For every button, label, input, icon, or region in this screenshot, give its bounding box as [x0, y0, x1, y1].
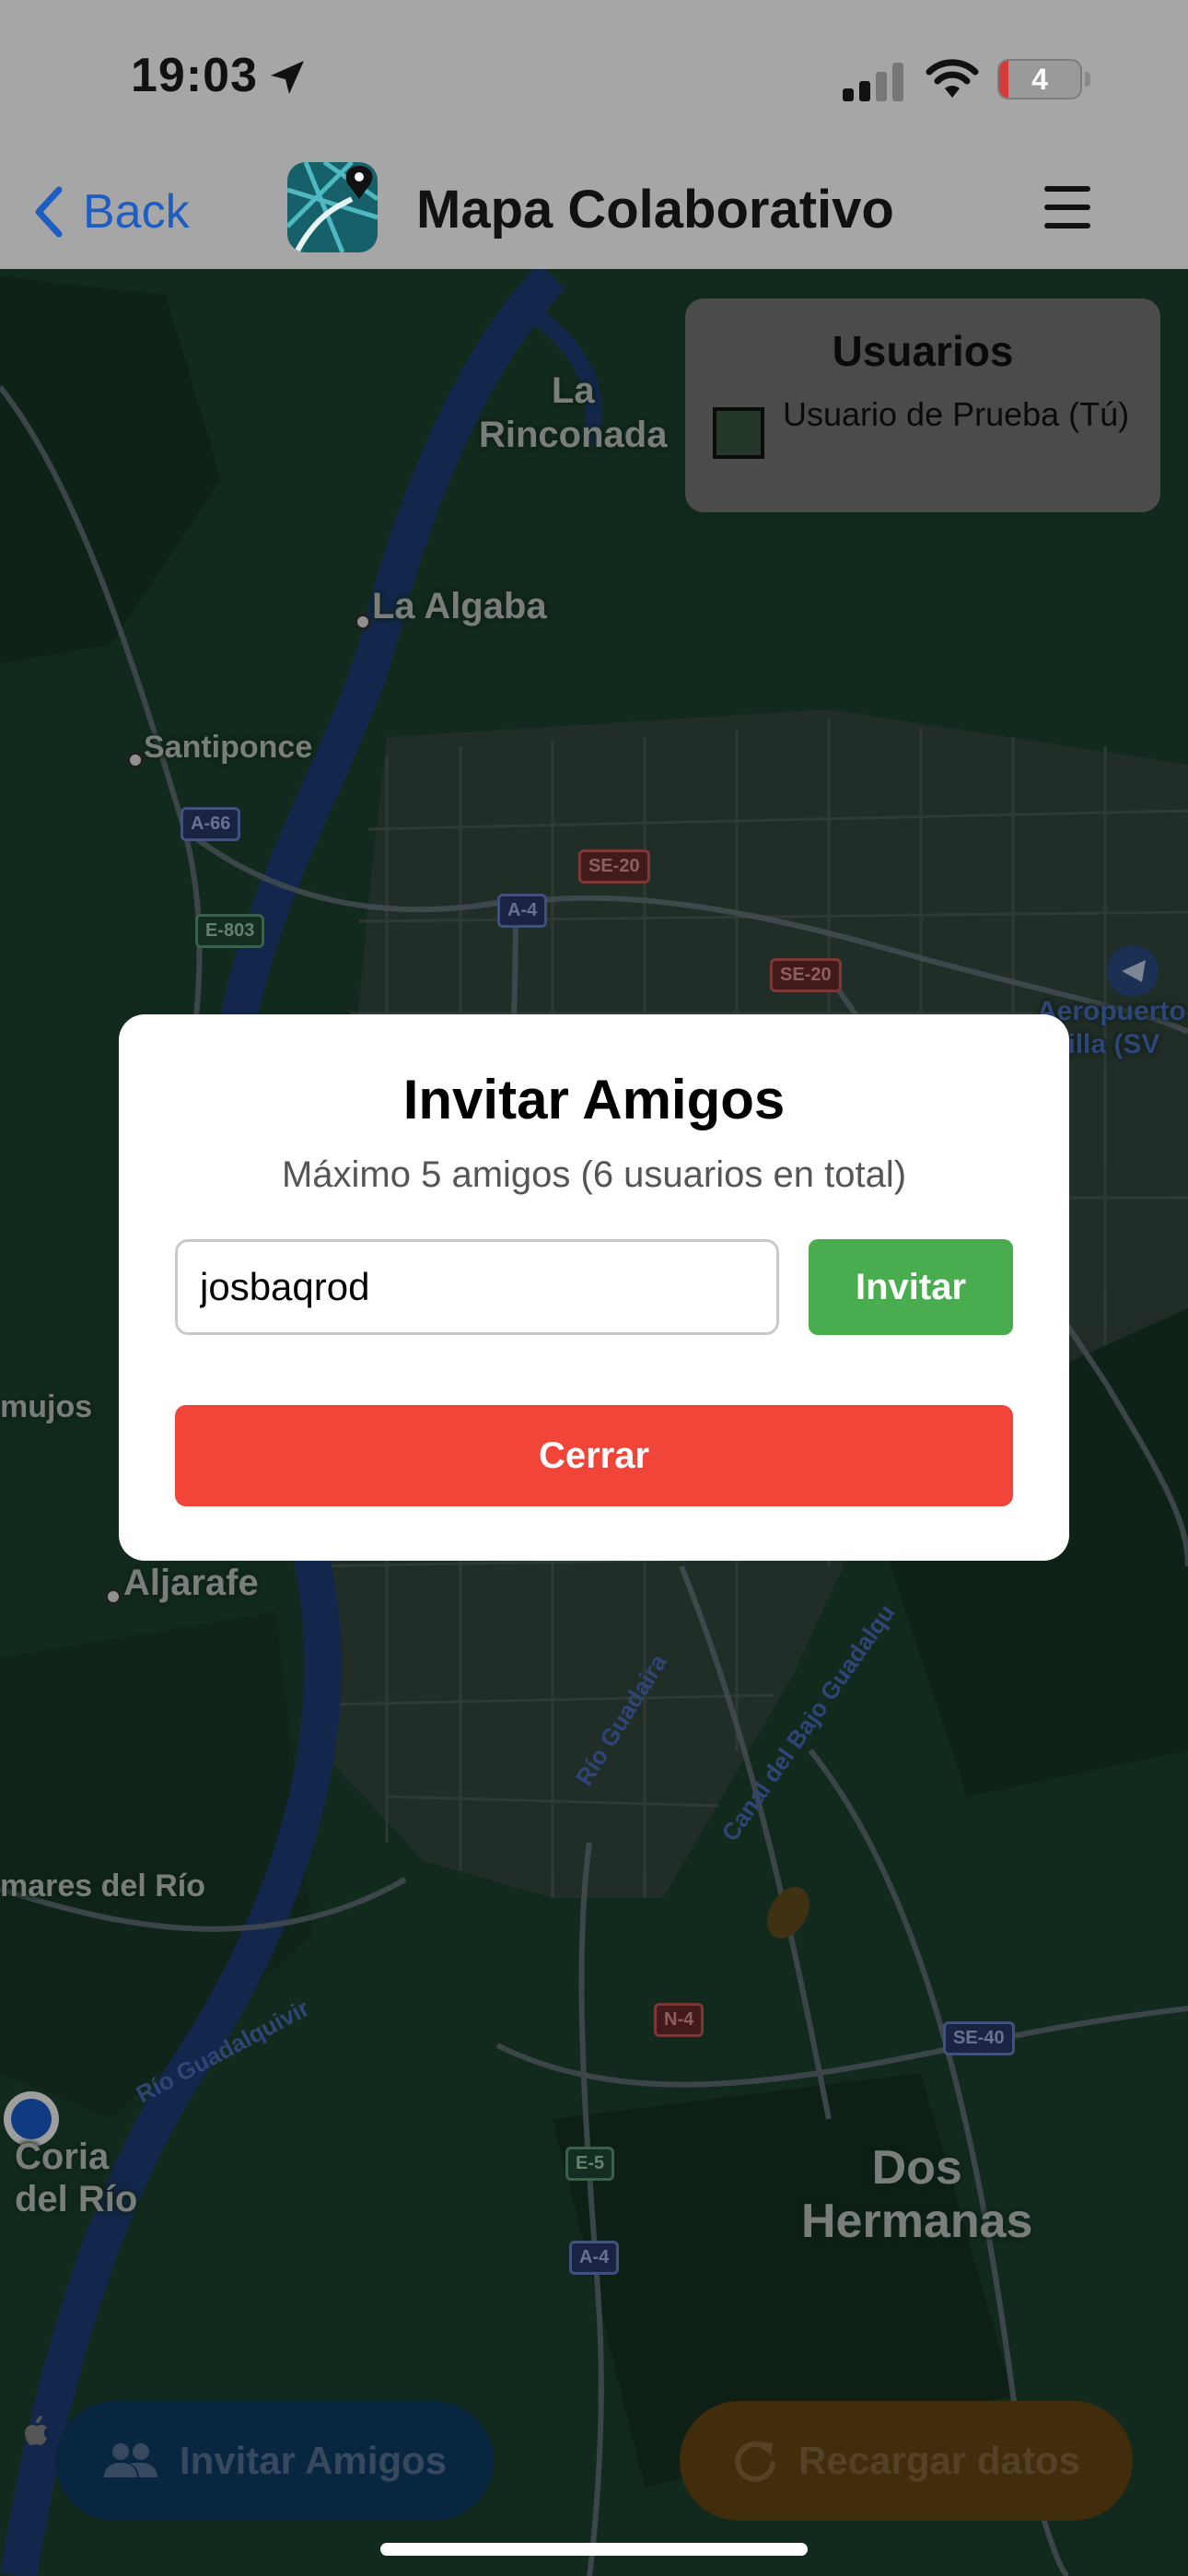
modal-title: Invitar Amigos [402, 1069, 786, 1130]
signal-icon [843, 63, 903, 101]
modal-subtitle: Máximo 5 amigos (6 usuarios en total) [281, 1154, 907, 1195]
back-label: Back [83, 185, 190, 239]
battery-icon: 4 [997, 59, 1082, 100]
username-input[interactable] [175, 1239, 779, 1335]
back-button[interactable]: Back [33, 184, 190, 240]
menu-icon[interactable] [1039, 181, 1094, 236]
wifi-icon [926, 59, 979, 98]
status-bar: 19:03 4 [0, 0, 1188, 147]
close-button[interactable]: Cerrar [175, 1405, 1013, 1506]
nav-bar: Back Mapa Colaborativo [0, 147, 1188, 269]
chevron-left-icon [35, 186, 63, 238]
app-logo [287, 162, 378, 252]
battery-level: 4 [1031, 63, 1048, 96]
location-arrow-icon [271, 61, 304, 94]
invite-friends-modal: Invitar Amigos Máximo 5 amigos (6 usuari… [119, 1014, 1069, 1561]
home-indicator[interactable] [380, 2543, 808, 2556]
clock: 19:03 [131, 49, 258, 102]
invite-button[interactable]: Invitar [809, 1239, 1013, 1335]
battery-tip [1085, 72, 1090, 87]
nav-title: Mapa Colaborativo [416, 180, 894, 240]
